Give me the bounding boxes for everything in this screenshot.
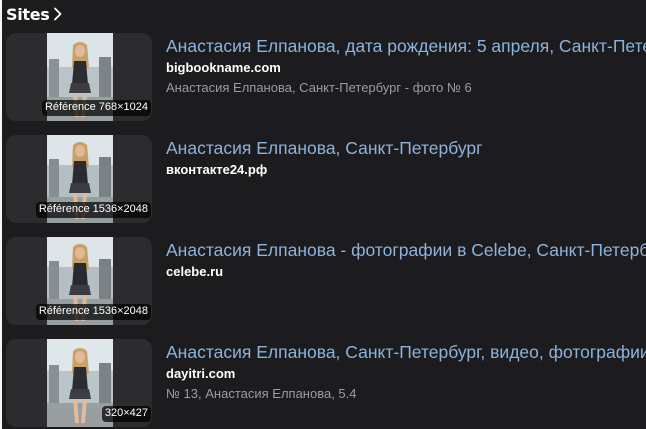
result-title-link[interactable]: Анастасия Елпанова - фотографии в Celebe… <box>166 239 646 261</box>
result-info: Анастасия Елпанова, Санкт-Петербург вкон… <box>166 135 646 182</box>
result-thumbnail[interactable]: Référence 1536×2048 <box>6 135 152 223</box>
result-thumbnail[interactable]: Référence 1536×2048 <box>6 237 152 325</box>
sites-header-link[interactable]: Sites <box>6 3 65 25</box>
result-item: Référence 768×1024 Анастасия Елпанова, д… <box>6 33 646 123</box>
result-domain-link[interactable]: вконтакте24.рф <box>166 162 646 178</box>
result-domain-link[interactable]: bigbookname.com <box>166 60 646 76</box>
result-title-link[interactable]: Анастасия Елпанова, Санкт-Петербург, вид… <box>166 341 646 363</box>
sites-panel: Sites Référence 768×1024 Анастасия Елпан… <box>0 0 646 429</box>
sites-header-title: Sites <box>6 4 50 24</box>
image-size-badge: Référence 768×1024 <box>41 100 151 116</box>
result-info: Анастасия Елпанова - фотографии в Celebe… <box>166 237 646 284</box>
result-item: 320×427 Анастасия Елпанова, Санкт-Петерб… <box>6 339 646 429</box>
result-domain-link[interactable]: celebe.ru <box>166 264 646 280</box>
chevron-right-icon <box>53 7 65 21</box>
result-info: Анастасия Елпанова, дата рождения: 5 апр… <box>166 33 646 96</box>
result-description: № 13, Анастасия Елпанова, 5.4 <box>166 386 357 401</box>
result-domain-link[interactable]: dayitri.com <box>166 366 646 382</box>
result-description: Анастасия Елпанова, Санкт-Петербург - фо… <box>166 80 472 95</box>
image-size-badge: 320×427 <box>101 406 151 422</box>
result-thumbnail[interactable]: 320×427 <box>6 339 152 427</box>
result-thumbnail[interactable]: Référence 768×1024 <box>6 33 152 121</box>
image-size-badge: Référence 1536×2048 <box>35 202 151 218</box>
image-size-badge: Référence 1536×2048 <box>35 304 151 320</box>
result-info: Анастасия Елпанова, Санкт-Петербург, вид… <box>166 339 646 402</box>
result-title-link[interactable]: Анастасия Елпанова, Санкт-Петербург <box>166 137 646 159</box>
result-item: Référence 1536×2048 Анастасия Елпанова -… <box>6 237 646 327</box>
result-item: Référence 1536×2048 Анастасия Елпанова, … <box>6 135 646 225</box>
result-title-link[interactable]: Анастасия Елпанова, дата рождения: 5 апр… <box>166 35 646 57</box>
